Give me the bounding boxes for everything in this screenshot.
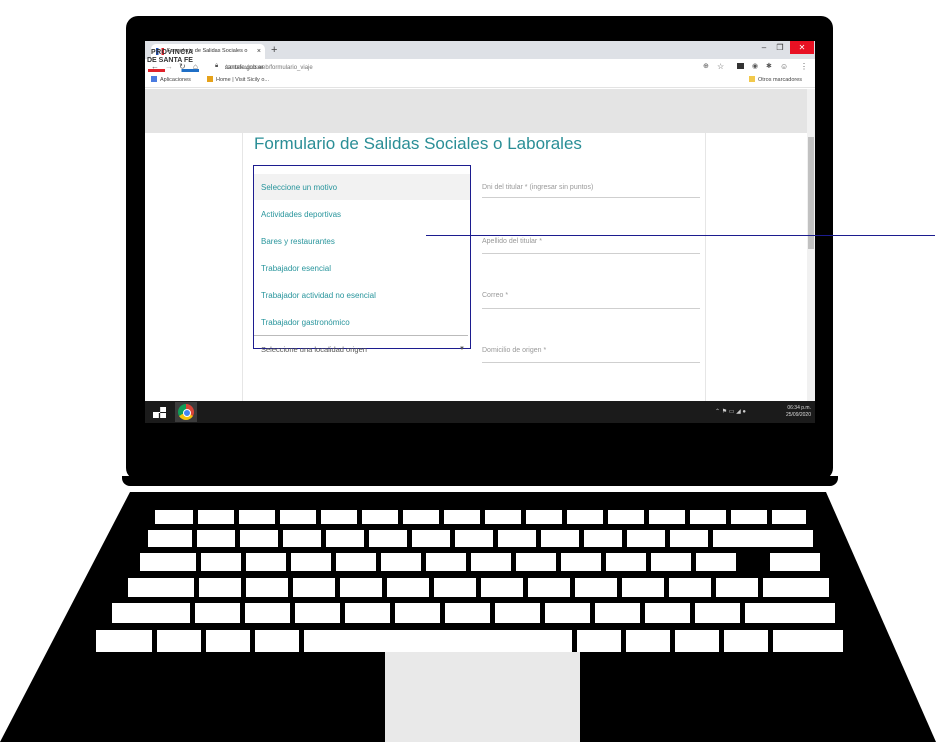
chevron-down-icon[interactable]: ▼ (459, 346, 465, 352)
screen: Formulario de Salidas Sociales o × + – ❐… (145, 41, 815, 423)
maximize-icon[interactable]: ❐ (773, 41, 787, 54)
system-tray-icons[interactable]: ⌃ ⚑ ▭ ◢ ● (715, 408, 746, 416)
extension-circle-icon[interactable]: ◉ (752, 61, 758, 72)
apellido-field-underline (482, 253, 700, 254)
url-path: /coronavirusweb/formulario_viaje (225, 65, 313, 71)
logo-stripe (148, 69, 199, 72)
bookmark-sicily[interactable]: Home | Visit Sicily o... (207, 74, 269, 87)
menu-dots-icon[interactable]: ⋮ (800, 61, 808, 72)
puzzle-icon[interactable]: ✱ (766, 61, 772, 72)
laptop-hinge (122, 476, 838, 486)
correo-field[interactable]: Correo * (482, 291, 508, 301)
apps-grid-icon (151, 76, 157, 82)
star-icon[interactable]: ☆ (717, 61, 724, 72)
scrollbar-thumb[interactable] (808, 137, 814, 249)
correo-field-underline (482, 308, 700, 309)
logo-line2: DE SANTA FE (147, 57, 193, 64)
window-close-icon[interactable]: ✕ (790, 41, 814, 54)
dropdown-highlight-box (253, 165, 471, 349)
trackpad (385, 652, 580, 742)
domicilio-field-underline (482, 362, 700, 363)
chrome-icon-center (183, 409, 191, 417)
clock-time: 06:34 p.m. (787, 405, 811, 411)
bookmark-apps[interactable]: Aplicaciones (151, 74, 191, 87)
lock-icon: 🔒︎ (215, 63, 219, 69)
bookmark-other[interactable]: Otros marcadores (749, 74, 802, 87)
clock-date: 25/09/2020 (785, 412, 811, 418)
localidad-select[interactable]: Seleccione una localidad origen (261, 345, 367, 355)
close-tab-icon[interactable]: × (257, 44, 261, 59)
keyboard-keys (96, 510, 843, 652)
minimize-icon[interactable]: – (757, 41, 771, 54)
profile-icon[interactable]: ☺ (780, 61, 788, 72)
domicilio-field[interactable]: Domicilio de origen * (482, 346, 546, 356)
new-tab-button[interactable]: + (271, 43, 277, 57)
callout-line (426, 235, 935, 236)
folder-icon (749, 76, 755, 82)
zoom-icon[interactable]: ⊕ (703, 61, 709, 72)
dni-field[interactable]: Dni del titular * (ingresar sin puntos) (482, 183, 593, 193)
bookmarks-bar: Aplicaciones Home | Visit Sicily o... Ot… (145, 74, 815, 88)
logo-line1: PROVINCIA (151, 49, 194, 56)
site-header (145, 89, 807, 133)
browser-toolbar: ← → ↻ ⌂ 🔒︎ santafe.gob.ar/coronavirusweb… (145, 59, 815, 74)
dni-field-underline (482, 197, 700, 198)
sicily-favicon-icon (207, 76, 213, 82)
apellido-field[interactable]: Apellido del titular * (482, 237, 542, 247)
taskbar-clock[interactable]: 06:34 p.m. 25/09/2020 (777, 405, 811, 419)
extension-icon[interactable] (737, 63, 744, 69)
page-title: Formulario de Salidas Sociales o Laboral… (254, 134, 582, 153)
laptop-keyboard-base (0, 492, 936, 742)
